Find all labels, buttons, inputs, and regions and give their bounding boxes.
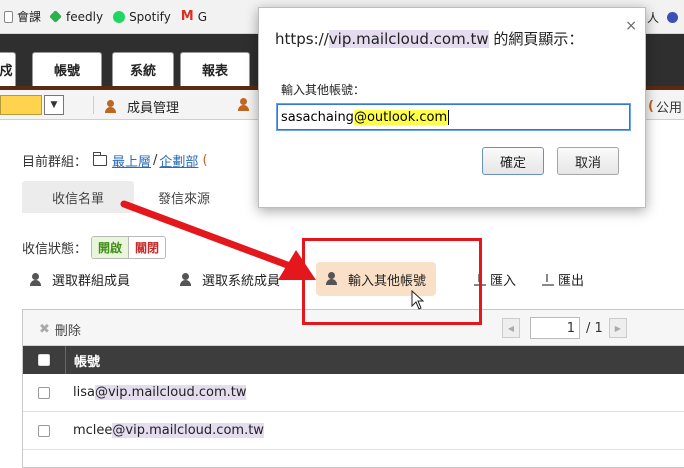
status-label: 收信狀態： (22, 242, 88, 257)
mouse-cursor-icon (411, 290, 425, 310)
page-input[interactable]: 1 (530, 317, 580, 339)
breadcrumb-label: 目前群組： (22, 155, 88, 170)
bookmark-feedly[interactable]: feedly (49, 9, 104, 24)
dialog-title-prefix: https:// (275, 30, 329, 48)
folder-icon (93, 152, 108, 166)
delete-icon: ✖ (39, 322, 50, 337)
members-icon (30, 272, 48, 287)
annotation-arrow (120, 200, 316, 280)
tab-report[interactable]: 報表 (180, 52, 250, 86)
public-link[interactable]: ( 公用 (648, 97, 682, 116)
export-button[interactable]: 匯出 (542, 270, 584, 289)
breadcrumb: 目前群組： 最上層 / 企劃部 ( (22, 151, 208, 170)
table-row[interactable]: mclee@vip.mailcloud.com.tw (23, 412, 684, 450)
chevron-down-icon[interactable]: ▼ (44, 95, 64, 115)
bookmark-spotify[interactable]: Spotify (113, 10, 171, 24)
annotation-highlight-box (302, 238, 482, 325)
group-select[interactable] (0, 95, 42, 115)
action-label: 選取群組成員 (52, 274, 131, 289)
bookmark-label: Spotify (129, 9, 171, 24)
prev-page-button[interactable]: ◀ (502, 318, 520, 338)
member-management-link[interactable]: 成員管理 (105, 97, 179, 116)
page-total: / 1 (586, 320, 603, 336)
delete-label: 刪除 (54, 324, 81, 339)
close-icon[interactable]: × (625, 18, 637, 34)
bookmark-course[interactable]: 會課 (4, 8, 41, 25)
bracket-icon: ( (648, 99, 654, 114)
dialog-title-suffix: 的網頁顯示： (488, 30, 584, 48)
breadcrumb-root-link[interactable]: 最上層 (112, 151, 151, 170)
cancel-button[interactable]: 取消 (557, 147, 619, 175)
column-account-header[interactable]: 帳號 (74, 351, 100, 370)
bookmark-label: 會課 (17, 10, 42, 24)
dialog-prompt: 輸入其他帳號： (281, 83, 366, 97)
select-group-members-button[interactable]: 選取群組成員 (30, 270, 130, 289)
account-cell: mclee@vip.mailcloud.com.tw (73, 423, 264, 438)
bookmark-gmail[interactable]: M G (181, 9, 207, 24)
input-domain: @outlook.com (353, 109, 448, 125)
input-user: sasachaing (281, 109, 354, 125)
breadcrumb-separator: / (153, 153, 158, 168)
bookmark-label: G (197, 9, 208, 24)
table-row[interactable]: lisa@vip.mailcloud.com.tw (23, 374, 684, 412)
dialog-title: https://vip.mailcloud.com.tw 的網頁顯示： (275, 28, 583, 49)
tab-system[interactable]: 系統 (112, 52, 174, 86)
members-icon[interactable] (238, 98, 256, 112)
ok-button[interactable]: 確定 (482, 147, 544, 175)
account-cell: lisa@vip.mailcloud.com.tw (73, 385, 247, 400)
action-label: 匯出 (558, 274, 585, 289)
bookmark-label: feedly (66, 9, 104, 24)
tab-recipient-list[interactable]: 收信名單 (22, 181, 134, 213)
column-divider (65, 346, 66, 374)
tab-account[interactable]: 帳號 (32, 52, 102, 86)
account-user: lisa (73, 385, 95, 400)
row-checkbox[interactable] (38, 424, 50, 437)
public-label: 公用 (655, 101, 682, 116)
bookmark-label: 人 (646, 11, 659, 25)
breadcrumb-dept-link[interactable]: 企劃部 (159, 151, 198, 170)
account-user: mclee (73, 423, 113, 438)
breadcrumb-tail: ( (202, 153, 208, 168)
delete-button[interactable]: ✖ 刪除 (39, 320, 81, 339)
pager: ◀ 1 / 1 ▶ (502, 317, 627, 339)
account-domain: @vip.mailcloud.com.tw (112, 423, 264, 438)
grid-header: 帳號 (23, 346, 684, 374)
account-domain: @vip.mailcloud.com.tw (94, 385, 247, 400)
row-checkbox[interactable] (38, 386, 50, 399)
export-icon (542, 273, 554, 286)
bookmark-right[interactable]: 人 (647, 9, 678, 26)
spotify-icon (113, 10, 126, 23)
feedly-icon (49, 10, 62, 23)
tab-partial[interactable]: 戍 (0, 52, 16, 86)
account-input[interactable]: sasachaing @outlook.com (276, 103, 631, 131)
prompt-dialog: https://vip.mailcloud.com.tw 的網頁顯示： × 輸入… (258, 7, 646, 208)
text-caret (448, 109, 450, 125)
action-label: 匯入 (490, 274, 517, 289)
page-icon (4, 10, 13, 23)
next-page-button[interactable]: ▶ (608, 318, 627, 338)
member-management-label: 成員管理 (127, 101, 180, 116)
dialog-title-host: vip.mailcloud.com.tw (328, 30, 489, 48)
members-icon (105, 99, 123, 114)
account-grid: ✖ 刪除 ◀ 1 / 1 ▶ 帳號 lisa@vip.mailcloud.com… (22, 309, 684, 468)
extension-icon (667, 12, 678, 23)
select-all-checkbox[interactable] (38, 354, 50, 366)
divider (93, 96, 94, 114)
gmail-icon: M (180, 9, 194, 24)
